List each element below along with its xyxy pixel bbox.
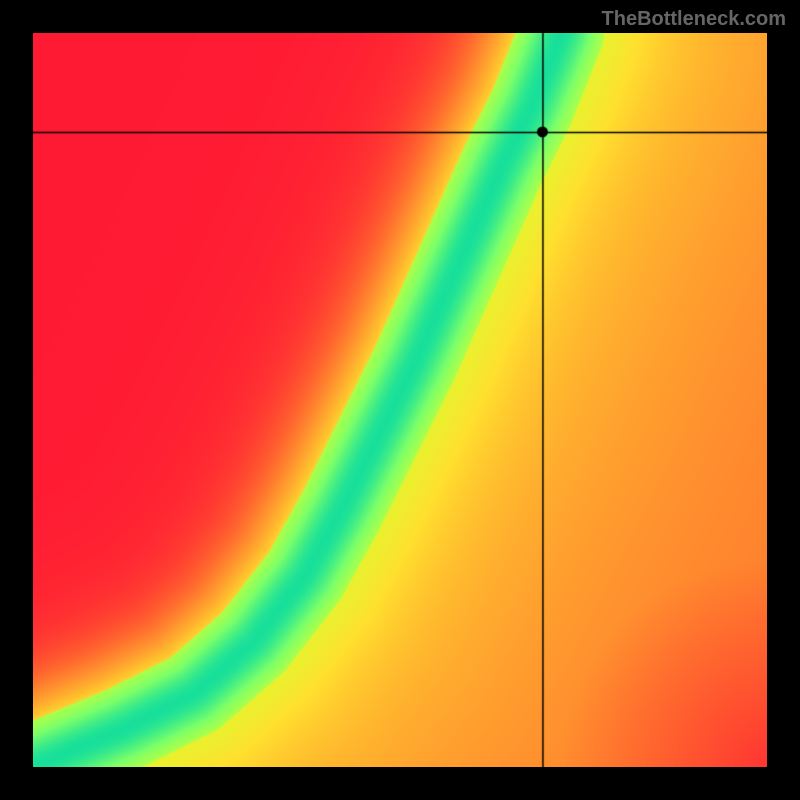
heatmap-canvas: [33, 33, 767, 767]
heatmap-chart: [33, 33, 767, 767]
watermark-text: TheBottleneck.com: [602, 8, 786, 31]
